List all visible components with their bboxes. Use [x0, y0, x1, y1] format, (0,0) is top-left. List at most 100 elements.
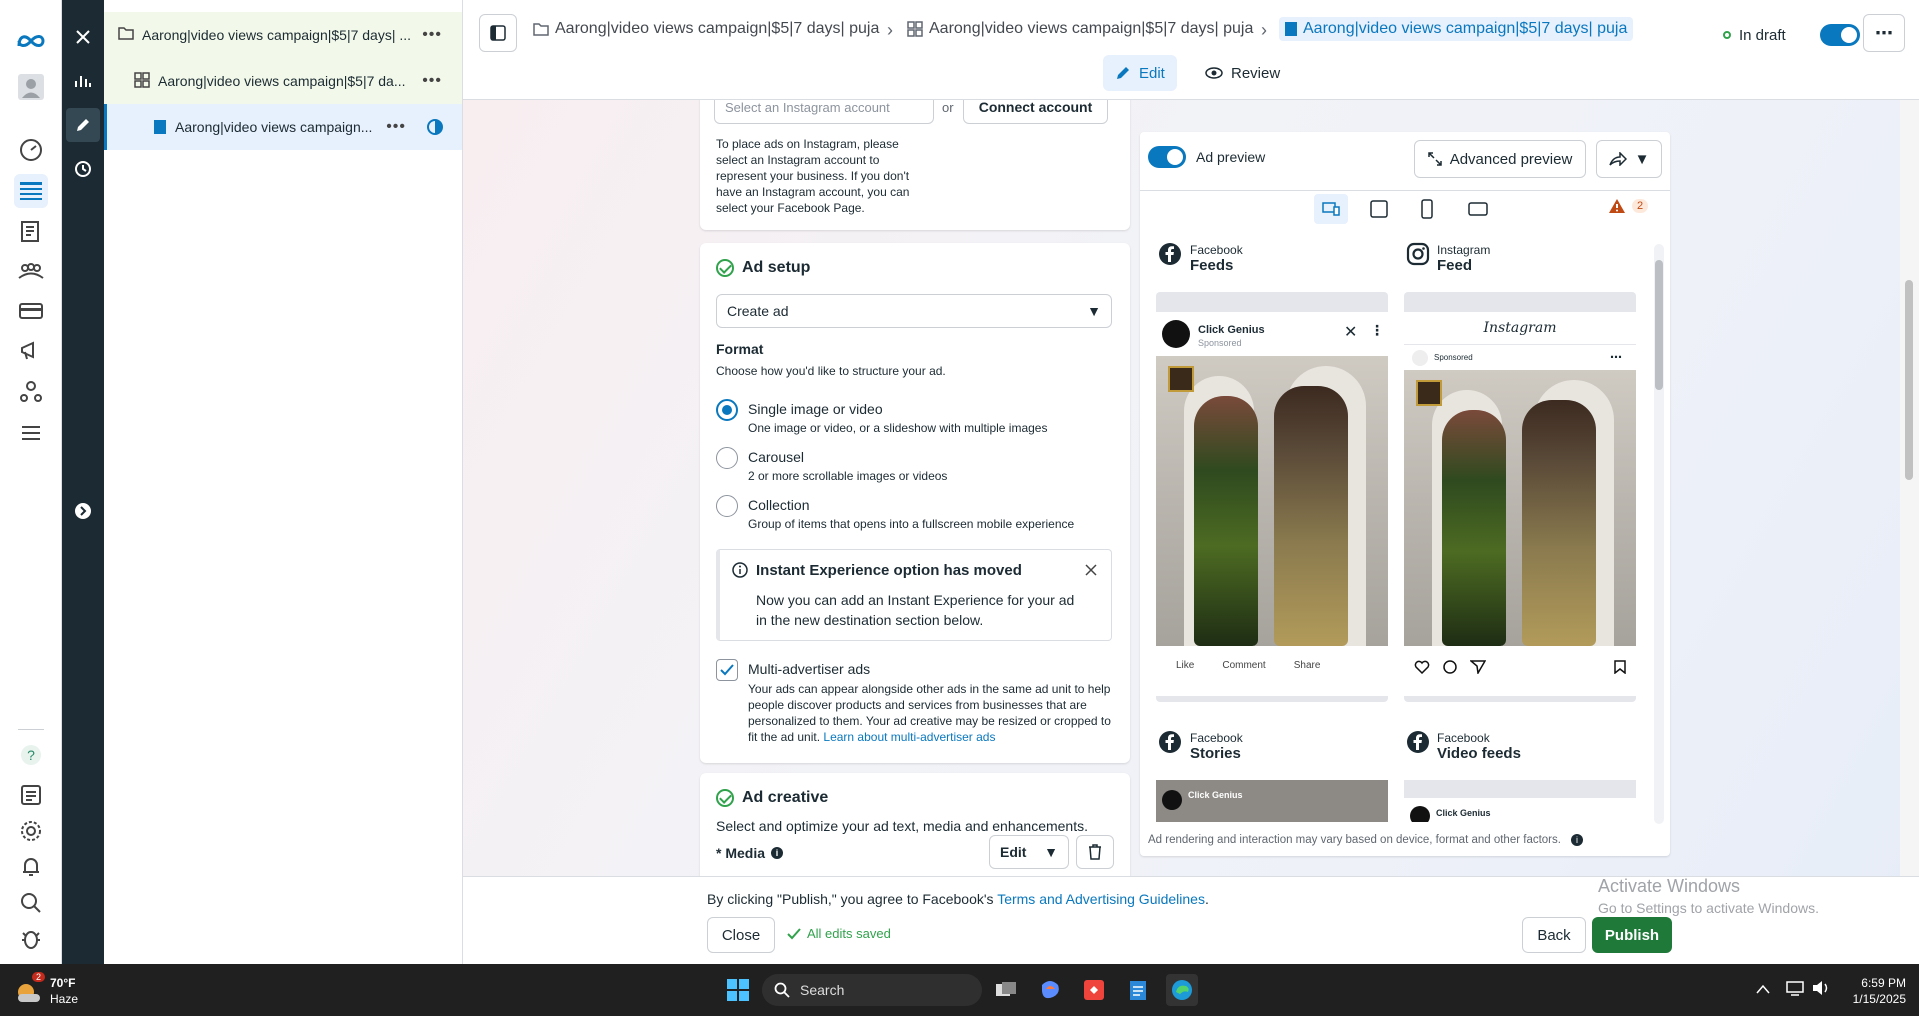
publish-button[interactable]: Publish — [1592, 917, 1672, 953]
tree-item-ad[interactable]: Aarong|video views campaign... ••• — [104, 104, 462, 150]
format-radio-collection[interactable] — [716, 495, 738, 517]
more-options-icon[interactable]: ••• — [422, 26, 442, 44]
search-icon[interactable] — [14, 886, 48, 920]
reports-icon[interactable] — [14, 778, 48, 812]
avatar[interactable] — [14, 70, 48, 104]
weather-icon[interactable]: 2 — [14, 972, 46, 1006]
edge-browser-icon[interactable] — [1166, 974, 1198, 1006]
instagram-account-select[interactable]: Select an Instagram account — [714, 100, 934, 124]
horizontal-view-icon[interactable] — [1468, 202, 1488, 219]
terms-link[interactable]: Terms and Advertising Guidelines — [997, 891, 1205, 907]
learn-multi-advertiser-link[interactable]: Learn about multi-advertiser ads — [823, 730, 995, 744]
close-icon[interactable] — [1085, 564, 1097, 579]
billing-icon[interactable] — [14, 294, 48, 328]
dashboard-icon[interactable] — [14, 133, 48, 167]
format-radio-single[interactable] — [716, 399, 738, 421]
activate-windows-subtitle: Go to Settings to activate Windows. — [1598, 900, 1819, 916]
taskbar-search[interactable]: Search — [762, 974, 982, 1006]
advanced-preview-button[interactable]: Advanced preview — [1414, 140, 1586, 178]
breadcrumb-adset[interactable]: Aarong|video views campaign|$5|7 days| p… — [907, 20, 1253, 38]
select-value: Create ad — [727, 303, 789, 319]
pages-icon[interactable] — [14, 214, 48, 248]
campaigns-table-icon[interactable] — [14, 174, 48, 208]
preview-scrollbar[interactable] — [1654, 244, 1664, 824]
audiences-icon[interactable] — [14, 254, 48, 288]
format-radio-carousel[interactable] — [716, 447, 738, 469]
windows-start-icon[interactable] — [722, 974, 754, 1006]
ad-creative-sub: Select and optimize your ad text, media … — [716, 818, 1088, 834]
status-contrast-icon[interactable] — [426, 118, 444, 139]
close-button[interactable]: Close — [707, 917, 775, 953]
megaphone-icon[interactable] — [14, 334, 48, 368]
info-icon[interactable]: i — [1570, 834, 1583, 846]
anydesk-icon[interactable] — [1078, 974, 1110, 1006]
ad-preview-toggle[interactable] — [1148, 146, 1186, 168]
more-options-icon[interactable]: ••• — [386, 118, 406, 136]
tab-label: Review — [1231, 64, 1281, 82]
instagram-wordmark: Instagram — [1483, 320, 1557, 336]
left-rail: ? — [0, 0, 62, 964]
square-view-icon[interactable] — [1370, 200, 1388, 221]
info-icon[interactable]: i — [771, 847, 784, 859]
ad-on-off-toggle[interactable] — [1819, 24, 1860, 46]
warnings-indicator[interactable]: 2 — [1608, 198, 1649, 214]
draft-status: In draft — [1723, 24, 1860, 46]
tree-item-adset[interactable]: Aarong|video views campaign|$5|7 da... •… — [104, 58, 462, 104]
share-preview-button[interactable]: ▼ — [1596, 140, 1662, 178]
multi-advertiser-checkbox[interactable] — [716, 659, 738, 681]
tree-item-campaign[interactable]: Aarong|video views campaign|$5|7 days| .… — [104, 12, 462, 58]
business-network-icon[interactable] — [14, 374, 48, 408]
vertical-view-icon[interactable] — [1421, 199, 1433, 222]
page-scrollbar[interactable] — [1900, 100, 1919, 876]
facebook-stories-preview[interactable]: Click Genius — [1156, 780, 1388, 822]
instagram-help-text: To place ads on Instagram, please select… — [716, 137, 910, 215]
history-clock-icon[interactable] — [66, 152, 100, 186]
placement-facebook-stories[interactable]: Facebook Stories — [1190, 730, 1243, 762]
notepad-icon[interactable] — [1122, 974, 1154, 1006]
publish-agreement: By clicking "Publish," you agree to Face… — [707, 891, 1209, 907]
facebook-feed-preview[interactable]: Click Genius Sponsored ✕ ⋮ Like Comment … — [1156, 292, 1388, 702]
page-name: Click Genius — [1198, 324, 1265, 336]
identity-card: Select an Instagram account or Connect a… — [700, 100, 1130, 230]
placement-instagram-feed[interactable]: Instagram Feed — [1437, 242, 1490, 274]
edit-pencil-icon[interactable] — [66, 108, 100, 142]
breadcrumb-ad[interactable]: Aarong|video views campaign|$5|7 days| p… — [1279, 17, 1634, 41]
tab-review[interactable]: Review — [1193, 55, 1292, 91]
back-button[interactable]: Back — [1522, 917, 1586, 953]
clock-time[interactable]: 6:59 PM — [1836, 976, 1906, 990]
toggle-sidebar-button[interactable] — [479, 14, 517, 52]
settings-gear-icon[interactable] — [14, 814, 48, 848]
delete-media-button[interactable] — [1076, 835, 1114, 869]
more-options-icon[interactable]: ••• — [422, 72, 442, 90]
network-icon[interactable] — [1786, 980, 1804, 999]
media-edit-dropdown[interactable]: Edit ▼ — [989, 835, 1069, 869]
ad-setup-select[interactable]: Create ad ▼ — [716, 294, 1112, 328]
chevron-right-icon: › — [887, 20, 893, 40]
placement-facebook-video-feeds[interactable]: Facebook Video feeds — [1437, 730, 1521, 762]
send-icon — [1468, 660, 1487, 677]
volume-icon[interactable] — [1812, 980, 1830, 999]
instagram-feed-preview[interactable]: Instagram Sponsored ⋯ — [1404, 292, 1636, 702]
notifications-bell-icon[interactable] — [14, 850, 48, 884]
more-actions-button[interactable]: ⋯ — [1863, 14, 1905, 52]
comment-icon — [1442, 660, 1458, 677]
copilot-icon[interactable] — [1034, 974, 1066, 1006]
facebook-video-feeds-preview[interactable]: Click Genius — [1404, 780, 1636, 822]
help-icon[interactable]: ? — [14, 738, 48, 772]
all-tools-menu-icon[interactable] — [14, 416, 48, 450]
breadcrumb-label: Aarong|video views campaign|$5|7 days| p… — [555, 20, 880, 37]
meta-logo-icon[interactable] — [14, 24, 48, 58]
ad-icon — [1285, 22, 1297, 36]
task-view-icon[interactable] — [990, 974, 1022, 1006]
tab-edit[interactable]: Edit — [1103, 55, 1177, 91]
close-icon[interactable] — [66, 20, 100, 54]
expand-panel-icon[interactable] — [66, 494, 100, 528]
breadcrumb-campaign[interactable]: Aarong|video views campaign|$5|7 days| p… — [533, 20, 879, 38]
clock-date[interactable]: 1/15/2025 — [1836, 992, 1906, 1006]
desktop-mobile-view-icon[interactable] — [1314, 194, 1348, 224]
placement-facebook-feeds[interactable]: Facebook Feeds — [1190, 242, 1243, 274]
connect-account-button[interactable]: Connect account — [963, 100, 1108, 124]
show-hidden-icons-icon[interactable] — [1756, 982, 1770, 997]
bug-report-icon[interactable] — [14, 922, 48, 956]
performance-chart-icon[interactable] — [66, 64, 100, 98]
